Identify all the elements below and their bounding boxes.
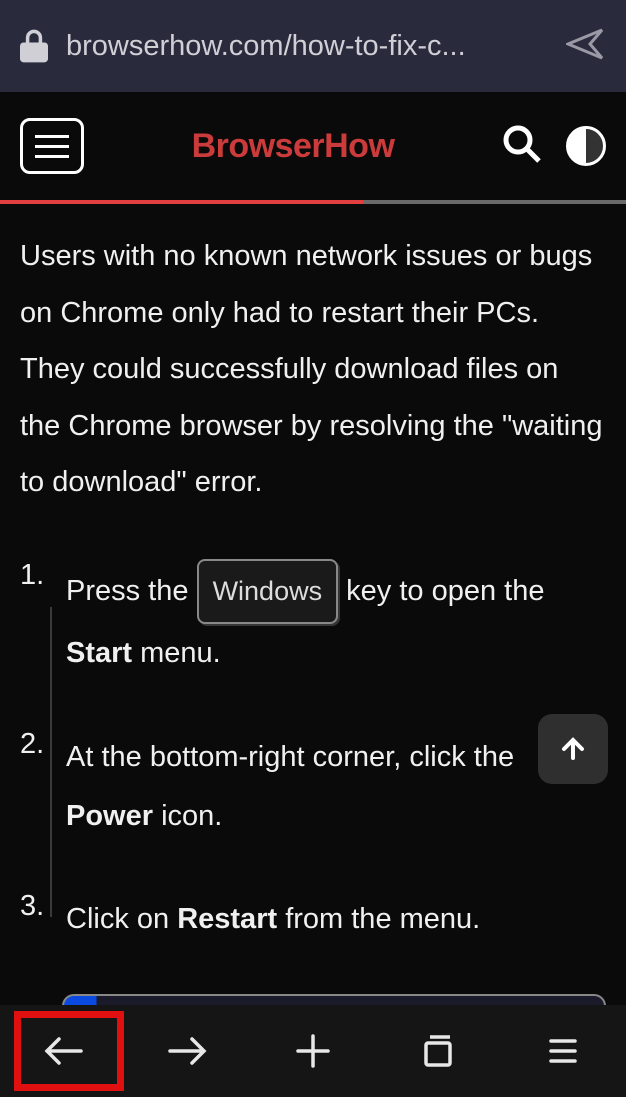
lock-icon (20, 29, 48, 63)
step-number: 1. (20, 559, 48, 684)
keyboard-key: Windows (197, 559, 339, 624)
browser-address-bar: browserhow.com/how-to-fix-c... (0, 0, 626, 92)
step-item: 2. At the bottom-right corner, click the… (20, 728, 606, 847)
menu-button[interactable] (523, 1021, 603, 1081)
tabs-button[interactable] (398, 1021, 478, 1081)
url-text[interactable]: browserhow.com/how-to-fix-c... (66, 30, 548, 63)
reading-progress-bar (0, 200, 626, 204)
site-logo[interactable]: BrowserHow (192, 127, 395, 166)
step-text: Press the Windows key to open the Start … (66, 559, 606, 684)
steps-list: 1. Press the Windows key to open the Sta… (20, 559, 606, 950)
reading-progress-fill (0, 200, 363, 204)
forward-button[interactable] (148, 1021, 228, 1081)
intro-paragraph: Users with no known network issues or bu… (20, 228, 606, 511)
step-text: At the bottom-right corner, click the Po… (66, 728, 606, 847)
step-number: 3. (20, 890, 48, 949)
scroll-to-top-button[interactable] (538, 714, 608, 784)
step-item: 1. Press the Windows key to open the Sta… (20, 559, 606, 684)
theme-toggle-icon[interactable] (566, 126, 606, 166)
step-text: Click on Restart from the menu. (66, 890, 606, 949)
site-header: BrowserHow (0, 92, 626, 200)
step-item: 3. Click on Restart from the menu. (20, 890, 606, 949)
back-button-highlight (14, 1011, 124, 1091)
hamburger-menu-button[interactable] (20, 118, 84, 174)
search-icon[interactable] (502, 124, 542, 169)
new-tab-button[interactable] (273, 1021, 353, 1081)
article-content: Users with no known network issues or bu… (0, 204, 626, 1086)
step-number: 2. (20, 728, 48, 847)
send-icon[interactable] (566, 26, 606, 67)
